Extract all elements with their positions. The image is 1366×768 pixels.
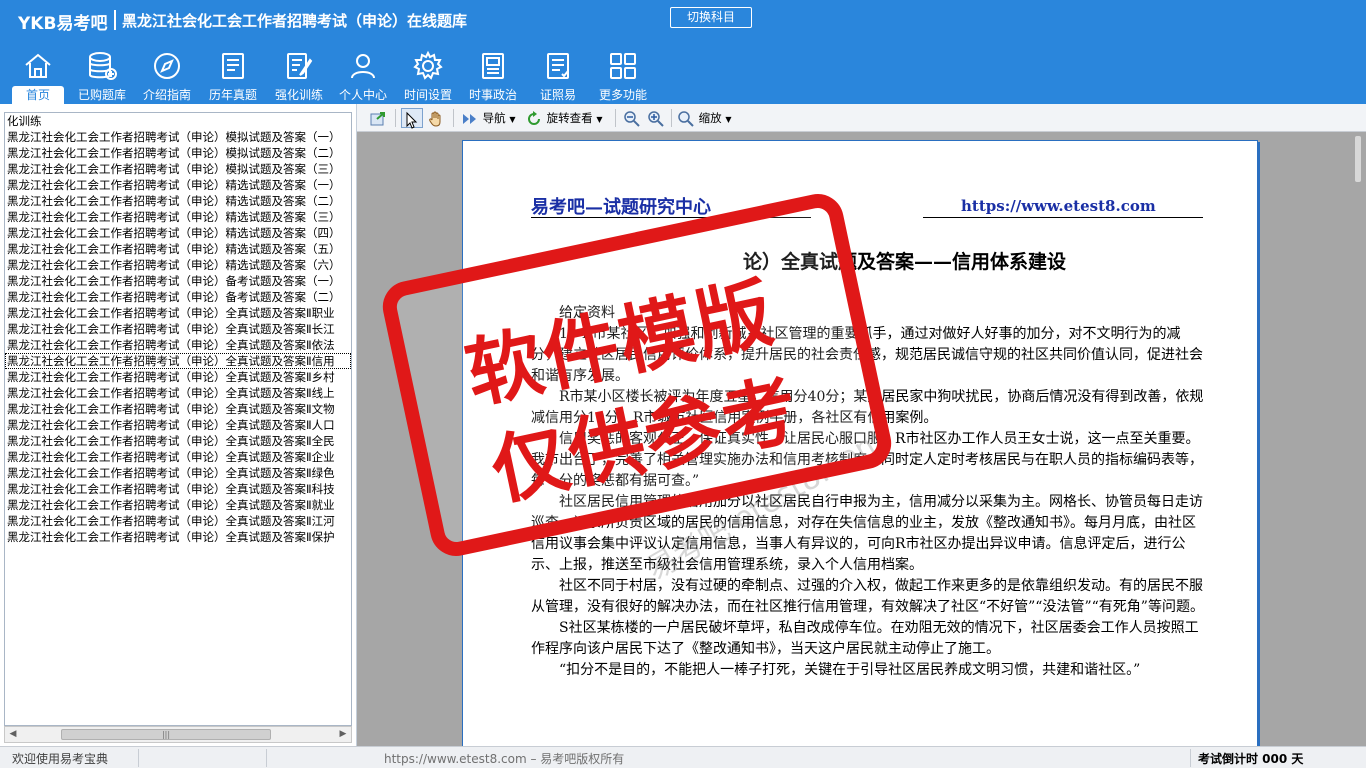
switch-subject-button[interactable]: 切换科目: [670, 7, 752, 28]
tree-item[interactable]: 黑龙江社会化工会工作者招聘考试（申论）精选试题及答案（一）: [5, 177, 351, 193]
magnifier-icon: [678, 110, 694, 127]
zoom-out-button[interactable]: [623, 108, 641, 128]
nav-profile[interactable]: 个人中心: [332, 40, 394, 104]
edit-document-icon: [287, 53, 313, 79]
scrollbar-thumb[interactable]: [1355, 136, 1361, 182]
title-separator: [114, 10, 116, 30]
tree-item[interactable]: 黑龙江社会化工会工作者招聘考试（申论）全真试题及答案Ⅱ文物: [5, 401, 351, 417]
doc-paragraph: 社区不同于村居，没有过硬的牵制点、过强的介入权，做起工作来更多的是依靠组织发动。…: [531, 578, 1204, 615]
main-nav: 首页 已购题库 介绍指南 历年真题 强化训练 个人中心 时间设置 时事政治 证照…: [0, 40, 1366, 104]
hand-icon: [429, 111, 441, 127]
tree-item[interactable]: 黑龙江社会化工会工作者招聘考试（申论）全真试题及答案Ⅱ科技: [5, 481, 351, 497]
tree-item[interactable]: 黑龙江社会化工会工作者招聘考试（申论）全真试题及答案Ⅱ乡村: [5, 369, 351, 385]
title-bar: YKB易考吧 黑龙江社会化工会工作者招聘考试（申论）在线题库 切换科目: [0, 0, 1366, 40]
navigate-icon: [463, 113, 476, 124]
tree-item[interactable]: 黑龙江社会化工会工作者招聘考试（申论）备考试题及答案（二）: [5, 289, 351, 305]
nav-certificate[interactable]: 证照易: [528, 40, 588, 104]
tree-item[interactable]: 黑龙江社会化工会工作者招聘考试（申论）全真试题及答案Ⅱ企业: [5, 449, 351, 465]
document-list-icon: [222, 53, 244, 79]
chevron-down-icon: ▼: [596, 115, 603, 124]
certificate-icon: [547, 53, 569, 79]
rotate-menu[interactable]: 旋转查看 ▼: [525, 108, 602, 128]
tree-item[interactable]: 黑龙江社会化工会工作者招聘考试（申论）全真试题及答案Ⅱ线上: [5, 385, 351, 401]
status-bar: 欢迎使用易考宝典 https://www.etest8.com – 易考吧版权所…: [0, 746, 1366, 768]
tree-item[interactable]: 黑龙江社会化工会工作者招聘考试（申论）模拟试题及答案（一）: [5, 129, 351, 145]
doc-paragraph: “扣分不是目的，不能把人一棒子打死，关键在于引导社区居民养成文明习惯，共建和谐社…: [559, 662, 1141, 678]
tree-item[interactable]: 黑龙江社会化工会工作者招聘考试（申论）精选试题及答案（五）: [5, 241, 351, 257]
home-icon: [25, 53, 51, 78]
zoom-in-icon: [648, 110, 664, 127]
tree-item[interactable]: 黑龙江社会化工会工作者招聘考试（申论）全真试题及答案Ⅱ人口: [5, 417, 351, 433]
tree-item[interactable]: 黑龙江社会化工会工作者招聘考试（申论）备考试题及答案（一）: [5, 273, 351, 289]
chevron-down-icon: ▼: [725, 115, 732, 124]
cursor-icon: [406, 111, 418, 129]
tree-items: 黑龙江社会化工会工作者招聘考试（申论）模拟试题及答案（一） 黑龙江社会化工会工作者…: [5, 129, 351, 545]
tree-item[interactable]: 黑龙江社会化工会工作者招聘考试（申论）全真试题及答案Ⅱ保护: [5, 529, 351, 545]
vertical-scrollbar[interactable]: [1352, 132, 1366, 746]
doc-header-url[interactable]: https://www.etest8.com: [961, 197, 1156, 215]
tree-item[interactable]: 黑龙江社会化工会工作者招聘考试（申论）模拟试题及答案（二）: [5, 145, 351, 161]
zoom-in-button[interactable]: [647, 108, 665, 128]
tree-item[interactable]: 黑龙江社会化工会工作者招聘考试（申论）精选试题及答案（三）: [5, 209, 351, 225]
tree-item[interactable]: 黑龙江社会化工会工作者招聘考试（申论）全真试题及答案Ⅱ长江: [5, 321, 351, 337]
tree-item[interactable]: 黑龙江社会化工会工作者招聘考试（申论）全真试题及答案Ⅱ绿色: [5, 465, 351, 481]
tree-item[interactable]: 黑龙江社会化工会工作者招聘考试（申论）精选试题及答案（六）: [5, 257, 351, 273]
app-title: 黑龙江社会化工会工作者招聘考试（申论）在线题库: [122, 12, 468, 30]
app-logo: YKB易考吧: [18, 14, 108, 34]
copyright-text: https://www.etest8.com – 易考吧版权所有: [384, 752, 625, 766]
doc-paragraph: S社区某栋楼的一户居民破坏草坪，私自改成停车位。在劝阻无效的情况下，社区居委会工…: [531, 620, 1199, 657]
tree-item[interactable]: 黑龙江社会化工会工作者招聘考试（申论）全真试题及答案Ⅱ全民: [5, 433, 351, 449]
header-rule: [923, 217, 1203, 218]
export-icon: [370, 111, 385, 125]
scroll-right-icon[interactable]: ▶: [335, 727, 351, 742]
nav-past-exams[interactable]: 历年真题: [202, 40, 264, 104]
scrollbar-thumb[interactable]: |||: [61, 729, 271, 740]
nav-time-settings[interactable]: 时间设置: [397, 40, 459, 104]
nav-current-affairs[interactable]: 时事政治: [462, 40, 524, 104]
horizontal-scrollbar[interactable]: ◀ ||| ▶: [4, 726, 352, 743]
zoom-out-icon: [624, 110, 640, 127]
export-button[interactable]: [369, 108, 387, 128]
zoom-menu[interactable]: 缩放 ▼: [677, 108, 731, 128]
exam-countdown: 考试倒计时 000 天: [1198, 752, 1304, 766]
database-icon: [89, 52, 117, 80]
tree-item[interactable]: 黑龙江社会化工会工作者招聘考试（申论）模拟试题及答案（三）: [5, 161, 351, 177]
compass-icon: [154, 53, 180, 79]
app-window: YKB易考吧 黑龙江社会化工会工作者招聘考试（申论）在线题库 切换科目 首页 已…: [0, 0, 1366, 768]
doc-header-left: 易考吧—试题研究中心: [531, 197, 711, 218]
tree-item[interactable]: 黑龙江社会化工会工作者招聘考试（申论）全真试题及答案Ⅱ职业: [5, 305, 351, 321]
hand-tool-button[interactable]: [427, 108, 445, 128]
tree-item[interactable]: 黑龙江社会化工会工作者招聘考试（申论）全真试题及答案Ⅱ江河: [5, 513, 351, 529]
left-panel: 化训练 黑龙江社会化工会工作者招聘考试（申论）模拟试题及答案（一） 黑龙江社会化工…: [0, 104, 357, 746]
rotate-icon: [528, 110, 540, 125]
nav-purchased[interactable]: 已购题库: [72, 40, 132, 104]
nav-more[interactable]: 更多功能: [592, 40, 654, 104]
select-tool-button[interactable]: [401, 108, 423, 129]
tree-item[interactable]: 黑龙江社会化工会工作者招聘考试（申论）全真试题及答案Ⅱ就业: [5, 497, 351, 513]
tree-root[interactable]: 化训练: [5, 113, 351, 129]
tree-item[interactable]: 黑龙江社会化工会工作者招聘考试（申论）精选试题及答案（四）: [5, 225, 351, 241]
grid-icon: [610, 53, 636, 79]
newspaper-icon: [482, 53, 504, 79]
reader-toolbar: 导航 ▼ 旋转查看 ▼ 缩放 ▼: [357, 104, 1366, 132]
exam-tree[interactable]: 化训练 黑龙江社会化工会工作者招聘考试（申论）模拟试题及答案（一） 黑龙江社会化工…: [4, 112, 352, 726]
nav-guide[interactable]: 介绍指南: [136, 40, 198, 104]
tree-item[interactable]: 黑龙江社会化工会工作者招聘考试（申论）全真试题及答案Ⅱ依法: [5, 337, 351, 353]
nav-training[interactable]: 强化训练: [268, 40, 330, 104]
gear-icon: [413, 50, 443, 80]
tree-item[interactable]: 黑龙江社会化工会工作者招聘考试（申论）精选试题及答案（二）: [5, 193, 351, 209]
user-icon: [351, 54, 375, 79]
nav-home[interactable]: 首页: [12, 40, 64, 104]
welcome-text: 欢迎使用易考宝典: [12, 752, 109, 766]
scroll-left-icon[interactable]: ◀: [5, 727, 21, 742]
tree-item[interactable]: 黑龙江社会化工会工作者招聘考试（申论）全真试题及答案Ⅱ信用: [5, 353, 351, 369]
chevron-down-icon: ▼: [509, 115, 516, 124]
navigate-menu[interactable]: 导航 ▼: [461, 108, 515, 128]
